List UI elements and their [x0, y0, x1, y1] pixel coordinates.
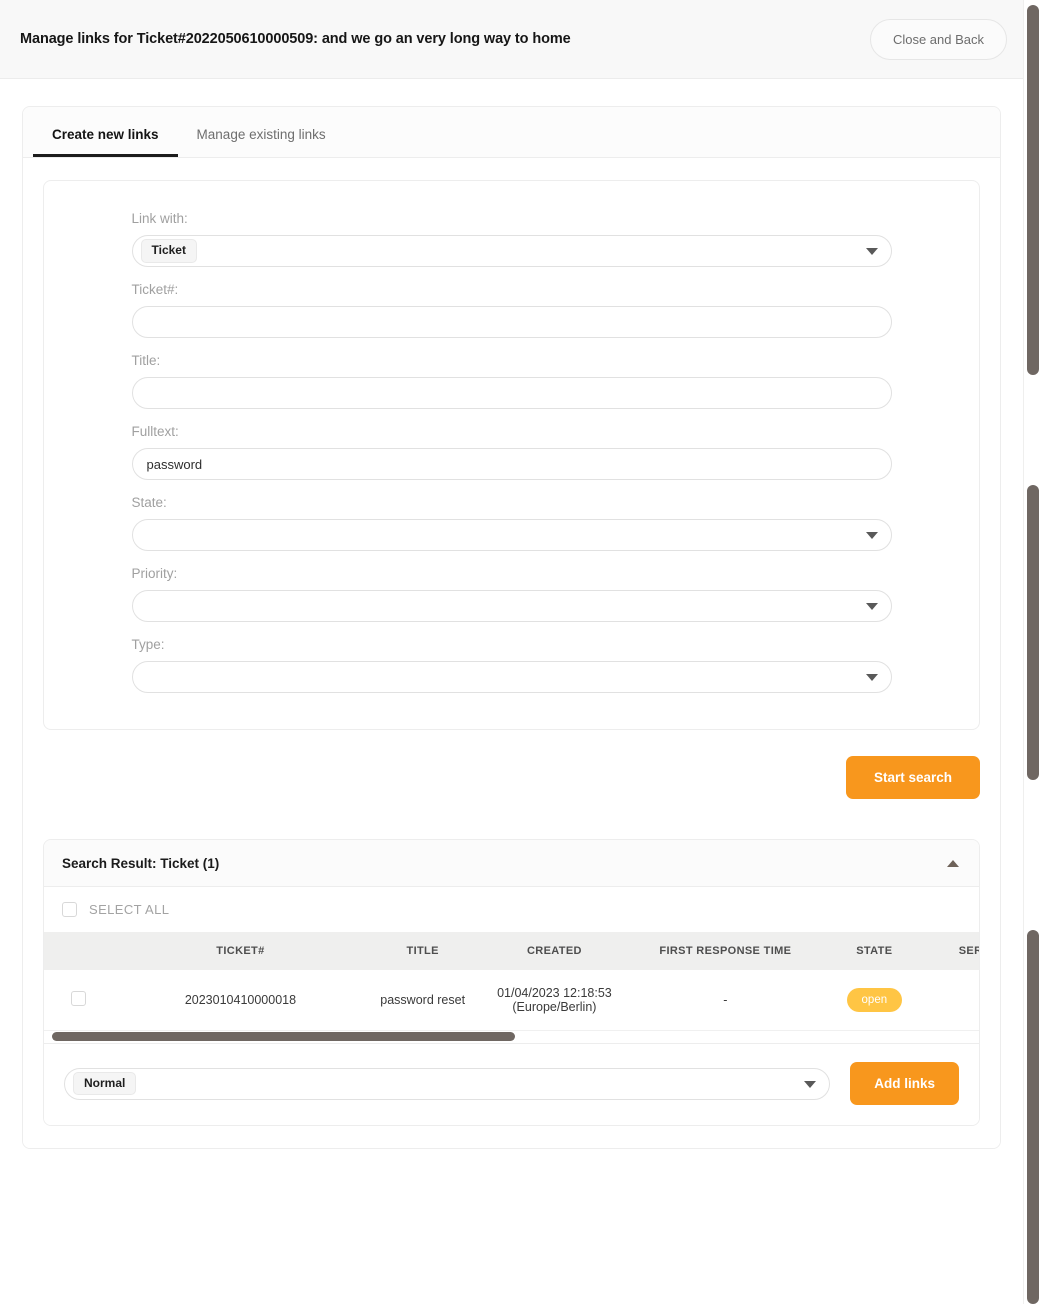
row-service-time: - [930, 970, 979, 1031]
link-type-selected-chip: Normal [73, 1072, 136, 1096]
fulltext-input[interactable] [147, 449, 877, 479]
col-title: TITLE [368, 932, 477, 970]
col-state: STATE [819, 932, 929, 970]
results-table-head: TICKET# TITLE CREATED FIRST RESPONSE TIM… [44, 932, 979, 970]
ticket-number-input[interactable] [147, 307, 877, 337]
select-all-row: SELECT ALL [44, 887, 979, 932]
state-label: State: [132, 495, 892, 510]
select-all-label: SELECT ALL [89, 902, 169, 917]
col-service-time: SERVICE TIME [930, 932, 979, 970]
page-scrollbar-thumb[interactable] [1027, 5, 1039, 375]
chevron-down-icon [866, 248, 878, 255]
title-label: Title: [132, 353, 892, 368]
results-footer-bar: Normal Add links [44, 1044, 979, 1125]
search-results-panel: Search Result: Ticket (1) SELECT ALL [43, 839, 980, 1126]
start-search-button[interactable]: Start search [846, 756, 980, 799]
row-checkbox[interactable] [71, 991, 86, 1006]
fulltext-label: Fulltext: [132, 424, 892, 439]
ticket-number-control[interactable] [132, 306, 892, 338]
search-results-heading: Search Result: Ticket (1) [62, 856, 947, 871]
table-row[interactable]: 2023010410000018 password reset 01/04/20… [44, 970, 979, 1031]
col-ticket-number: TICKET# [113, 932, 368, 970]
page-vertical-scrollbar[interactable] [1023, 0, 1040, 1304]
search-action-row: Start search [43, 730, 980, 799]
link-with-label: Link with: [132, 211, 892, 226]
col-checkbox [44, 932, 113, 970]
col-created: CREATED [477, 932, 631, 970]
state-select[interactable] [132, 519, 892, 551]
col-first-response-time: FIRST RESPONSE TIME [632, 932, 820, 970]
close-and-back-button[interactable]: Close and Back [870, 19, 1007, 60]
tab-create-new-links[interactable]: Create new links [33, 128, 178, 158]
main-card: Create new links Manage existing links L… [22, 106, 1001, 1149]
link-type-select[interactable]: Normal [64, 1068, 830, 1100]
chevron-down-icon [866, 674, 878, 681]
field-priority: Priority: [132, 566, 892, 637]
field-link-with: Link with: Ticket [132, 211, 892, 282]
caret-up-icon[interactable] [947, 860, 959, 867]
row-created: 01/04/2023 12:18:53 (Europe/Berlin) [477, 970, 631, 1031]
search-results-header[interactable]: Search Result: Ticket (1) [44, 840, 979, 887]
title-input[interactable] [147, 378, 877, 408]
results-table: TICKET# TITLE CREATED FIRST RESPONSE TIM… [44, 932, 979, 1031]
priority-label: Priority: [132, 566, 892, 581]
row-ticket-number: 2023010410000018 [113, 970, 368, 1031]
title-control[interactable] [132, 377, 892, 409]
chevron-down-icon [866, 603, 878, 610]
page-scrollbar-thumb-secondary[interactable] [1027, 485, 1039, 780]
priority-select[interactable] [132, 590, 892, 622]
type-select[interactable] [132, 661, 892, 693]
results-table-horizontal-scrollbar[interactable] [44, 1031, 979, 1044]
fulltext-control[interactable] [132, 448, 892, 480]
field-fulltext: Fulltext: [132, 424, 892, 495]
field-type: Type: [132, 637, 892, 693]
page-root: Manage links for Ticket#2022050610000509… [0, 0, 1040, 1304]
results-header-row: TICKET# TITLE CREATED FIRST RESPONSE TIM… [44, 932, 979, 970]
results-table-scrollbar-thumb[interactable] [52, 1032, 515, 1041]
link-with-select[interactable]: Ticket [132, 235, 892, 267]
field-ticket-number: Ticket#: [132, 282, 892, 353]
ticket-number-label: Ticket#: [132, 282, 892, 297]
field-state: State: [132, 495, 892, 566]
page-title: Manage links for Ticket#2022050610000509… [20, 31, 870, 47]
page-header: Manage links for Ticket#2022050610000509… [0, 0, 1023, 79]
page-content: Manage links for Ticket#2022050610000509… [0, 0, 1023, 1304]
status-badge: open [847, 988, 903, 1013]
row-title: password reset [368, 970, 477, 1031]
search-form-panel: Link with: Ticket Ticket#: Title: [43, 180, 980, 730]
chevron-down-icon [866, 532, 878, 539]
chevron-down-icon [804, 1081, 816, 1088]
results-table-scroll-area: TICKET# TITLE CREATED FIRST RESPONSE TIM… [44, 932, 979, 1031]
row-first-response-time: - [632, 970, 820, 1031]
select-all-checkbox[interactable] [62, 902, 77, 917]
add-links-button[interactable]: Add links [850, 1062, 959, 1105]
card-body: Link with: Ticket Ticket#: Title: [23, 158, 1000, 1148]
tab-bar: Create new links Manage existing links [23, 107, 1000, 158]
row-state-cell: open [819, 970, 929, 1031]
type-label: Type: [132, 637, 892, 652]
field-title: Title: [132, 353, 892, 424]
tab-manage-existing-links[interactable]: Manage existing links [178, 128, 345, 158]
link-with-selected-chip: Ticket [141, 239, 197, 263]
results-table-body: 2023010410000018 password reset 01/04/20… [44, 970, 979, 1031]
page-scrollbar-thumb-tertiary[interactable] [1027, 930, 1039, 1304]
row-checkbox-cell [44, 970, 113, 1031]
